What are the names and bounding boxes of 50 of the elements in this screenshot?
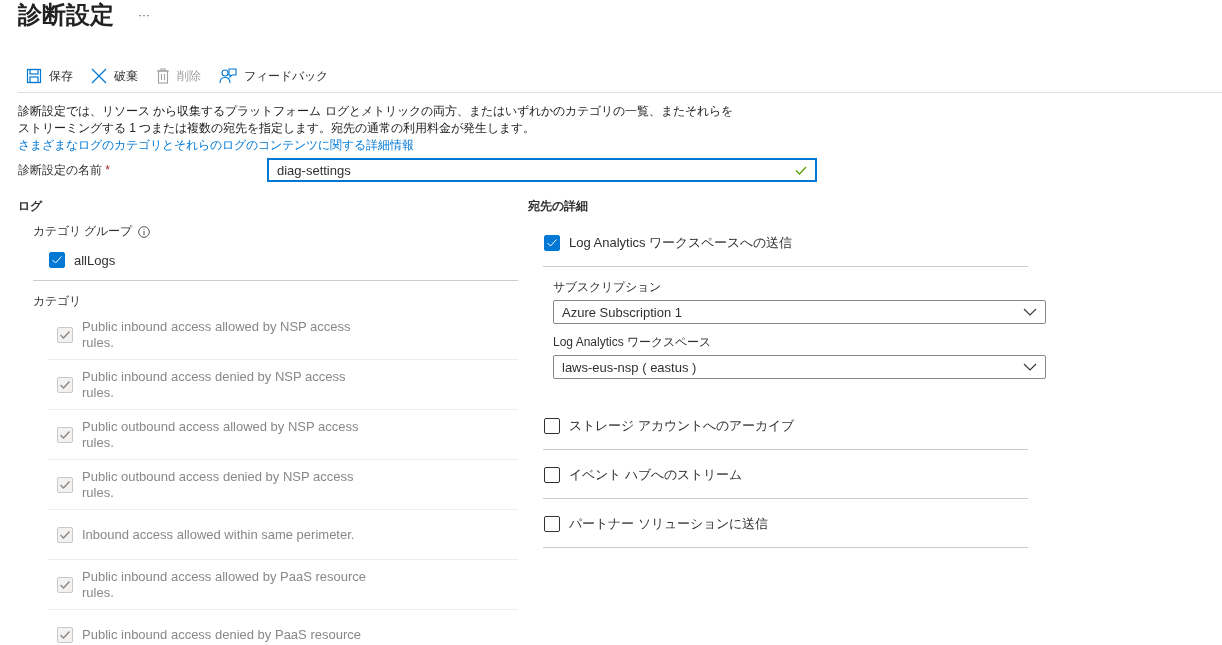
checkbox[interactable] xyxy=(544,235,560,251)
category-label: カテゴリ xyxy=(33,293,82,310)
dropdown[interactable]: Azure Subscription 1 xyxy=(553,300,1046,324)
checkbox[interactable] xyxy=(544,467,560,483)
checkbox-label: Public inbound access denied by NSP access rules. xyxy=(82,368,347,401)
save-button[interactable]: 保存 xyxy=(24,65,75,87)
checkmark-icon xyxy=(59,429,71,440)
chevron-down-icon xyxy=(1023,308,1037,316)
checkbox[interactable] xyxy=(544,516,560,532)
checkbox-label: Inbound access allowed within same perimeter. xyxy=(82,526,356,543)
info-icon xyxy=(138,225,151,238)
group-label: カテゴリ グループ xyxy=(33,223,133,240)
checkmark-icon xyxy=(59,479,71,490)
section-heading: ログ xyxy=(18,198,44,215)
checkbox-label: Public inbound access allowed by PaaS resource rules. xyxy=(82,568,367,601)
field-label: サブスクリプション xyxy=(553,279,662,296)
chevron-down-icon xyxy=(1023,363,1037,371)
checkmark-icon xyxy=(59,579,71,590)
checkbox-label: パートナー ソリューションに送信 xyxy=(569,515,768,533)
checkmark-icon xyxy=(59,379,71,390)
discard-button[interactable]: 破棄 xyxy=(89,65,140,87)
checkbox-label: Public outbound access allowed by NSP access rules. xyxy=(82,418,360,451)
checkbox-label: ストレージ アカウントへのアーカイブ xyxy=(569,417,794,435)
checkbox-label: Log Analytics ワークスペースへの送信 xyxy=(569,234,793,252)
name-input-field[interactable]: diag-settings xyxy=(268,159,816,181)
field-label: 診断設定の名前 * xyxy=(18,161,111,179)
close-icon xyxy=(91,68,107,84)
checkbox[interactable] xyxy=(49,252,65,268)
checkbox-label: Public inbound access allowed by NSP access rules. xyxy=(82,318,352,351)
checkbox-label: Public outbound access denied by NSP access rules. xyxy=(82,468,355,501)
checkbox-label: Public inbound access denied by PaaS resource xyxy=(82,626,362,643)
description-text: 診断設定では、リソース から収集するプラットフォーム ログとメトリックの両方、またはいずれかのカテゴリの一覧、またそれらをストリーミングする 1 つまたは複数の宛先を指定します。宛先の通常の利用料金が発生します。 さまざまなログのカテゴリとそれらのログのコンテンツに関する詳細情報 xyxy=(18,103,733,154)
checkmark-icon xyxy=(59,529,71,540)
more-button[interactable]: ··· xyxy=(138,8,150,22)
learn-more-link[interactable]: さまざまなログのカテゴリとそれらのログのコンテンツに関する詳細情報 xyxy=(18,138,414,152)
checkbox-label: イベント ハブへのストリーム xyxy=(569,466,742,484)
checkmark-icon xyxy=(59,629,71,640)
checkbox-label: allLogs xyxy=(74,252,116,268)
trash-icon xyxy=(156,68,170,84)
feedback-icon xyxy=(219,68,237,84)
checkbox[interactable] xyxy=(544,418,560,434)
checkmark-icon xyxy=(59,329,71,340)
dropdown[interactable]: laws-eus-nsp ( eastus ) xyxy=(553,355,1046,379)
checkmark-icon xyxy=(51,255,63,265)
section-heading: 宛先の詳細 xyxy=(528,198,589,215)
save-icon xyxy=(26,68,42,84)
field-label: Log Analytics ワークスペース xyxy=(553,334,713,351)
page-title: 診断設定 xyxy=(18,0,114,30)
feedback-button[interactable]: フィードバック xyxy=(217,65,330,87)
checkmark-icon xyxy=(546,238,558,248)
